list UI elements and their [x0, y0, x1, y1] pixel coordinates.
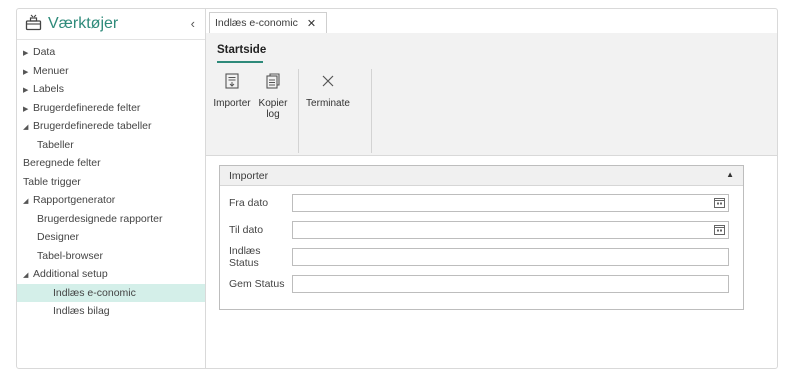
importer-button[interactable]: Importer [210, 73, 254, 109]
sidebar-item[interactable]: ▶ Brugerdefinerede felter [17, 99, 205, 118]
ribbon: Startside Importer Kopier log Terminate [206, 33, 777, 156]
sidebar-item-label: Brugerdefinerede tabeller [33, 120, 152, 132]
fra-dato-row: Fra dato [229, 193, 292, 213]
sidebar-item[interactable]: Indlæs e-conomic [17, 283, 205, 302]
app-window: Værktøjer ‹ ▶ Data ▶ Menuer ▶ Labels ▶ Brugerde… [16, 8, 778, 369]
til-dato-label: Til dato [229, 224, 264, 236]
sidebar-item[interactable]: Tabel-browser [17, 247, 205, 266]
sidebar-item[interactable]: ▶ Labels [17, 80, 205, 99]
sidebar-item-label: Labels [33, 83, 64, 95]
content-area: Importer ▲ Fra dato Til dato Indlæs Stat… [206, 155, 777, 368]
sidebar-item[interactable]: Tabeller [17, 136, 205, 155]
sidebar-item[interactable]: Brugerdesignede rapporter [17, 210, 205, 229]
collapse-sidebar-button[interactable]: ‹ [191, 16, 195, 31]
fra-dato-field[interactable] [292, 194, 729, 212]
sidebar-item-label: Menuer [33, 64, 69, 77]
main-area: Indlæs e-conomic ✕ Startside Importer Ko… [206, 9, 777, 368]
sidebar-item[interactable]: ▶ Data [17, 43, 205, 62]
fra-dato-label: Fra dato [229, 197, 269, 209]
ribbon-tab-underline [217, 61, 263, 63]
sidebar-item-label: Designer [37, 231, 80, 243]
sidebar-item-label: Data [33, 46, 56, 58]
kopier-log-button[interactable]: Kopier log [256, 73, 290, 120]
sidebar-item[interactable]: ◢ Rapportgenerator [17, 191, 205, 210]
til-dato-field[interactable] [292, 221, 729, 239]
kopier-label-line2: log [266, 109, 280, 120]
sidebar-item-label: Tabel-browser [37, 249, 103, 262]
sidebar-item[interactable]: Beregnede felter [17, 154, 205, 173]
gem-status-label: Gem Status [229, 278, 285, 290]
sidebar-item-label: Indlæs bilag [53, 305, 110, 317]
copy-icon [256, 73, 290, 92]
sidebar-item-label: Rapportgenerator [33, 194, 116, 206]
calendar-icon[interactable] [714, 197, 725, 213]
indlaes-status-field[interactable] [292, 248, 729, 266]
importer-label: Importer [213, 98, 251, 109]
ribbon-separator [298, 69, 299, 153]
close-icon [304, 73, 352, 92]
ribbon-tab-startside[interactable]: Startside [217, 44, 266, 56]
sidebar-item-label: Beregnede felter [23, 157, 101, 169]
sidebar-item[interactable]: Table trigger [17, 173, 205, 192]
sidebar-item-label: Additional setup [33, 268, 108, 280]
sidebar: Værktøjer ‹ ▶ Data ▶ Menuer ▶ Labels ▶ Brugerde… [17, 9, 206, 368]
collapse-caret-icon[interactable]: ▲ [726, 170, 734, 179]
indlaes-status-row: Indlæs Status [229, 245, 292, 269]
sidebar-item[interactable]: Indlæs bilag [17, 302, 205, 321]
terminate-button[interactable]: Terminate [304, 73, 352, 109]
terminate-label: Terminate [306, 98, 350, 109]
sidebar-item[interactable]: Designer [17, 228, 205, 247]
sidebar-title: Værktøjer [48, 15, 119, 32]
tab-bar: Indlæs e-conomic ✕ [206, 9, 777, 34]
sidebar-item[interactable]: ▶ Menuer [17, 62, 205, 81]
tab-label: Indlæs e-conomic [215, 17, 298, 29]
calendar-icon[interactable] [714, 224, 725, 240]
sidebar-header: Værktøjer ‹ [17, 9, 205, 40]
gem-status-field[interactable] [292, 275, 729, 293]
sidebar-item[interactable]: ◢ Additional setup [17, 265, 205, 284]
kopier-label-line1: Kopier [258, 98, 288, 109]
sidebar-item[interactable]: ◢ Brugerdefinerede tabeller [17, 117, 205, 136]
sidebar-item-label: Tabeller [37, 138, 74, 151]
tree-view: ▶ Data ▶ Menuer ▶ Labels ▶ Brugerdefinerede fel… [17, 40, 205, 321]
sidebar-item-label: Table trigger [23, 175, 81, 188]
importer-group: Importer ▲ Fra dato Til dato Indlæs Stat… [219, 165, 744, 310]
sidebar-item-label: Brugerdesignede rapporter [37, 212, 163, 225]
close-tab-icon[interactable]: ✕ [307, 17, 316, 30]
sidebar-item-label: Brugerdefinerede felter [33, 101, 141, 114]
import-icon [210, 73, 254, 92]
group-title: Importer [229, 169, 269, 182]
sidebar-item-label: Indlæs e-conomic [53, 286, 136, 299]
group-header[interactable]: Importer ▲ [220, 166, 743, 186]
toolbox-icon [25, 14, 42, 34]
tab-indlaes-e-conomic[interactable]: Indlæs e-conomic ✕ [209, 12, 327, 33]
ribbon-separator [371, 69, 372, 153]
til-dato-row: Til dato [229, 220, 292, 240]
gem-status-row: Gem Status [229, 274, 292, 294]
indlaes-status-label: Indlæs Status [229, 245, 261, 269]
